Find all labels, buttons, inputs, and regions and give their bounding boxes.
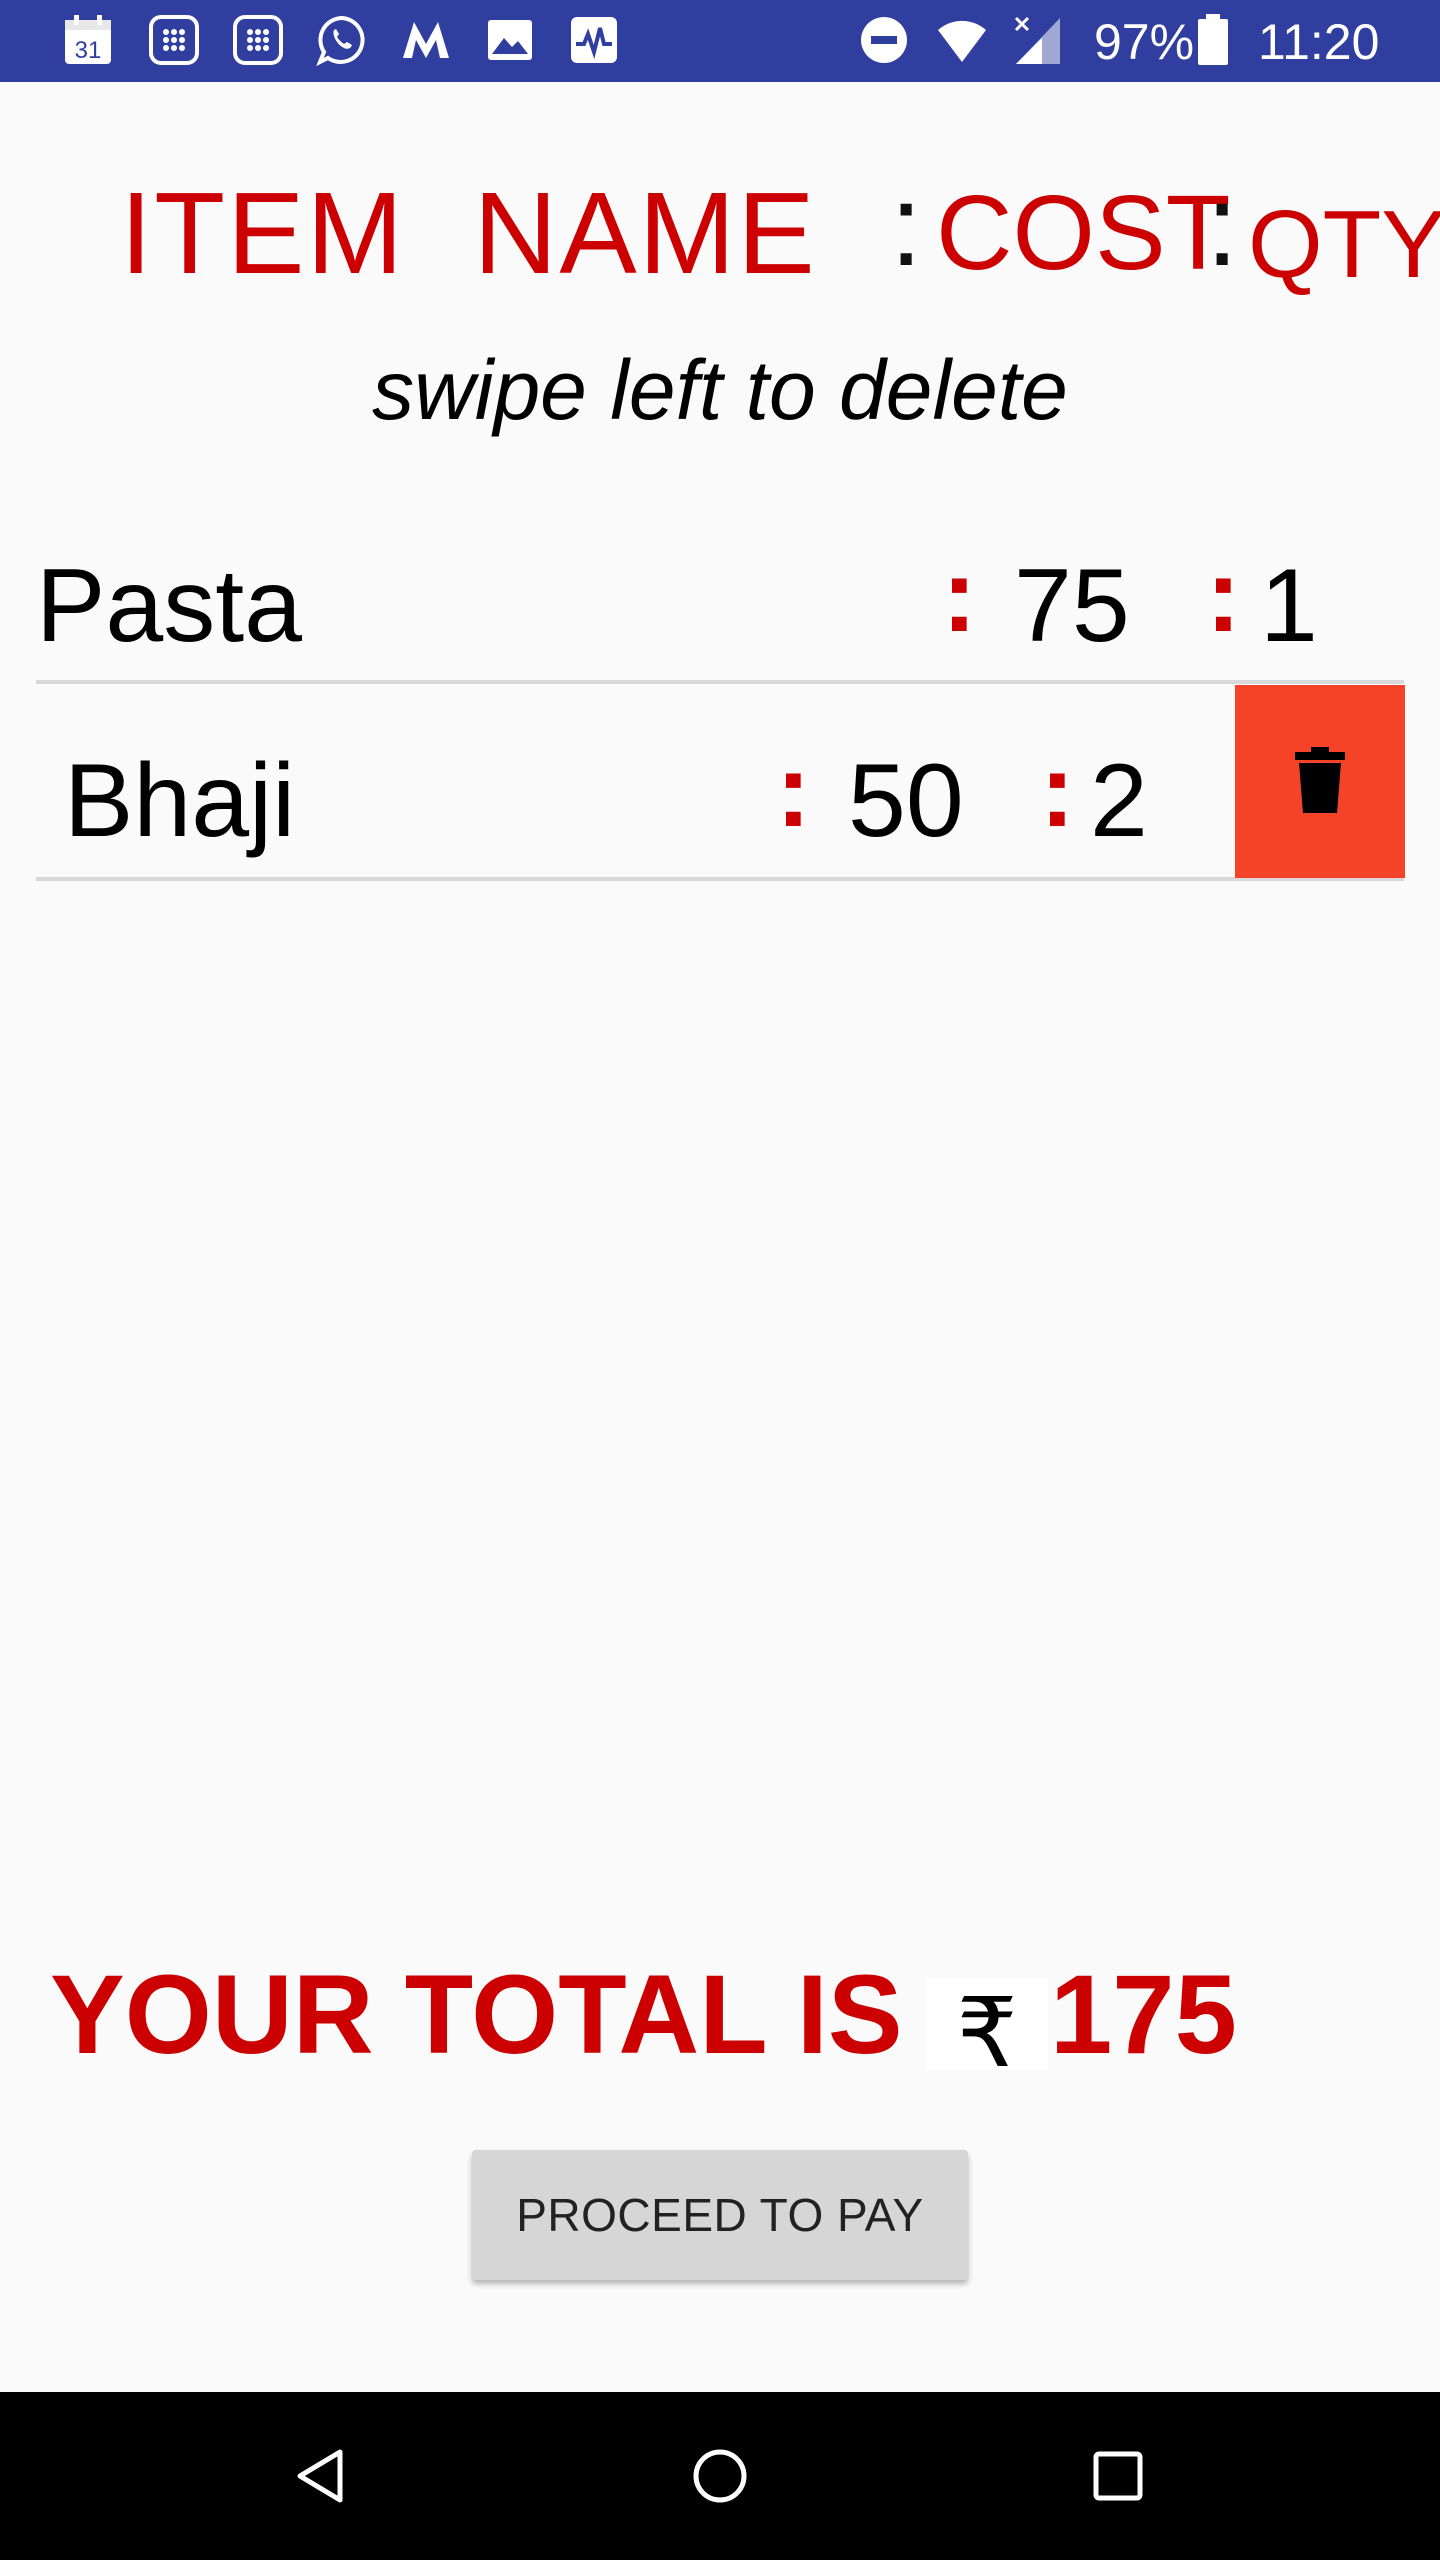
list-item[interactable]: Bhaji : 50 : 2 xyxy=(36,683,1404,881)
home-icon[interactable] xyxy=(680,2436,760,2516)
header-colon: : xyxy=(1206,160,1239,290)
separator: : xyxy=(942,538,977,654)
navigation-bar xyxy=(0,2392,1440,2560)
do-not-disturb-icon xyxy=(858,14,910,66)
clock: 11:20 xyxy=(1258,14,1380,70)
header-colon: : xyxy=(890,160,923,290)
activity-icon xyxy=(568,14,620,66)
total-label: YOUR TOTAL IS : xyxy=(50,1952,971,2077)
gallery-icon xyxy=(484,14,536,66)
wifi-icon xyxy=(936,14,988,66)
list-item[interactable]: Pasta : 75 : 1 xyxy=(36,486,1404,684)
separator: : xyxy=(1206,538,1241,654)
swipe-hint: swipe left to delete xyxy=(372,343,1068,437)
app-grid-icon xyxy=(232,14,284,66)
recents-icon[interactable] xyxy=(1078,2436,1158,2516)
status-bar: 31 97% 11:20 xyxy=(0,0,1440,82)
whatsapp-icon xyxy=(316,14,368,66)
battery-icon xyxy=(1196,14,1230,66)
delete-button[interactable] xyxy=(1235,685,1405,878)
currency-symbol: ₹ xyxy=(926,1978,1048,2070)
back-icon[interactable] xyxy=(282,2436,362,2516)
item-cost: 75 xyxy=(1014,548,1130,664)
header-qty: QTY xyxy=(1248,191,1440,298)
item-name: Bhaji xyxy=(64,743,296,859)
proceed-to-pay-button[interactable]: PROCEED TO PAY xyxy=(472,2150,968,2280)
item-cost: 50 xyxy=(848,743,964,859)
myntra-icon xyxy=(400,14,452,66)
battery-percent: 97% xyxy=(1094,14,1195,70)
separator: : xyxy=(1040,733,1075,849)
header-cost: COST xyxy=(936,174,1231,292)
signal-icon xyxy=(1012,14,1064,66)
header-item-name: ITEM NAME xyxy=(120,168,817,298)
item-qty: 1 xyxy=(1260,548,1318,664)
total-value: 175 xyxy=(1050,1952,1237,2077)
item-qty: 2 xyxy=(1090,743,1148,859)
calendar-date: 31 xyxy=(75,37,102,64)
item-name: Pasta xyxy=(36,548,302,664)
separator: : xyxy=(776,733,811,849)
app-grid-icon xyxy=(148,14,200,66)
trash-icon xyxy=(1295,747,1345,813)
calendar-icon: 31 xyxy=(62,14,114,66)
